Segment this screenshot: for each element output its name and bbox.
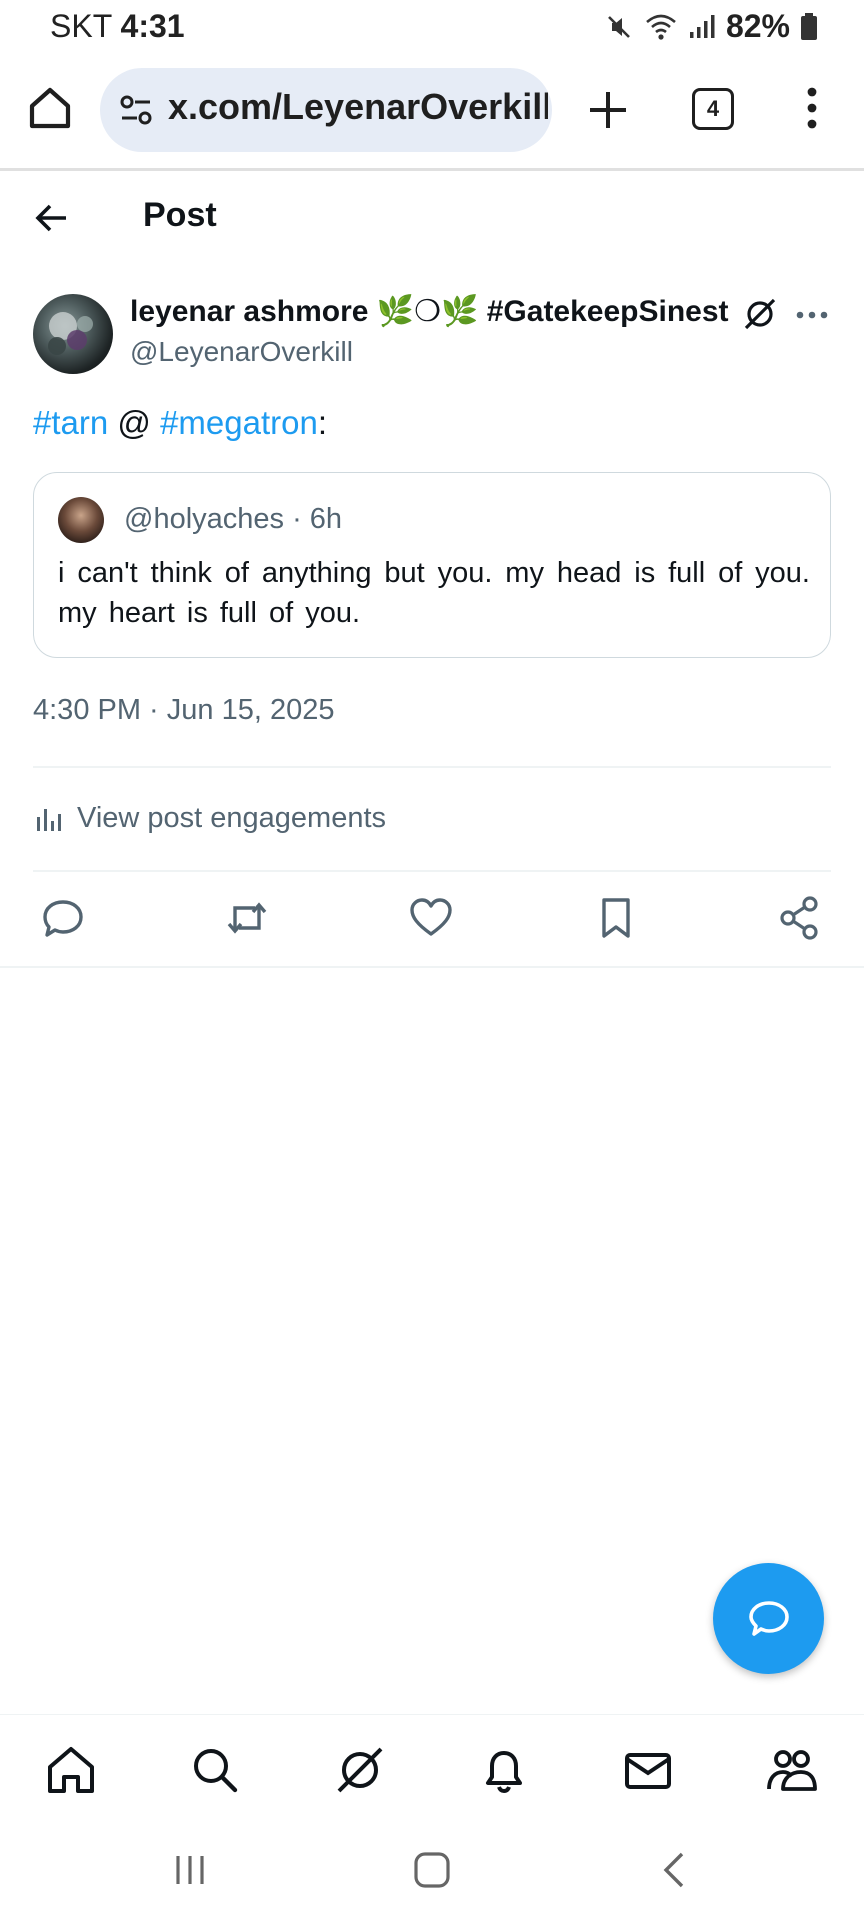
analytics-icon (37, 809, 61, 831)
communities-icon (767, 1750, 817, 1791)
address-bar[interactable]: x.com/LeyenarOverkill/ (100, 68, 552, 152)
quoted-author-avatar (58, 497, 104, 543)
recent-apps-icon (176, 1856, 204, 1884)
bottom-navigation (0, 1714, 864, 1820)
divider (0, 966, 864, 968)
home-square-icon (414, 1852, 450, 1888)
url-text[interactable]: x.com/LeyenarOverkill/ (168, 86, 548, 128)
system-back-button[interactable] (656, 1850, 692, 1895)
post-body: #tarn @ #megatron: (33, 404, 327, 442)
more-horizontal-icon (796, 311, 828, 319)
quoted-post[interactable]: @holyaches · 6h i can't think of anythin… (33, 472, 831, 658)
nav-notifications[interactable] (477, 1743, 531, 1797)
heart-icon (410, 898, 452, 936)
back-button[interactable] (32, 198, 72, 238)
carrier-and-time: SKT 4:31 (50, 8, 185, 45)
grok-icon (744, 298, 776, 330)
nav-messages[interactable] (621, 1743, 675, 1797)
bookmark-icon (602, 898, 630, 938)
bookmark-button[interactable] (592, 894, 640, 942)
post-header: Post (0, 172, 864, 264)
browser-home-button[interactable] (26, 84, 74, 132)
tabs-button[interactable]: 4 (692, 88, 734, 130)
status-icons: 82% (604, 8, 818, 45)
nav-search[interactable] (188, 1743, 242, 1797)
repost-button[interactable] (223, 894, 271, 942)
author-avatar[interactable] (33, 294, 113, 374)
view-engagements-link[interactable]: View post engagements (33, 798, 386, 838)
compose-reply-fab[interactable] (713, 1563, 824, 1674)
page-title: Post (143, 196, 217, 234)
plus-icon (590, 92, 626, 128)
divider (33, 766, 831, 768)
quoted-author-handle: @holyaches · 6h (124, 503, 343, 535)
post-timestamp[interactable]: 4:30 PM · Jun 15, 2025 (33, 694, 334, 727)
repost-icon (227, 902, 267, 934)
clock: 4:31 (120, 8, 185, 44)
hashtag-link[interactable]: #tarn (33, 404, 108, 441)
like-button[interactable] (407, 894, 455, 942)
author-handle[interactable]: @LeyenarOverkill (130, 336, 353, 368)
site-settings-icon[interactable] (118, 92, 154, 128)
nav-communities[interactable] (765, 1743, 819, 1797)
reply-icon (43, 900, 83, 937)
signal-icon (688, 12, 716, 42)
share-icon (780, 896, 818, 940)
battery-percent: 82% (725, 8, 790, 44)
browser-menu-button[interactable] (800, 86, 824, 130)
browser-divider (0, 168, 864, 171)
chevron-left-icon (663, 1852, 684, 1888)
nav-grok[interactable] (333, 1743, 387, 1797)
quoted-post-text: i can't think of anything but you. my he… (58, 557, 810, 629)
grok-button[interactable] (742, 296, 778, 332)
post-text-segment: @ (108, 404, 161, 441)
system-navigation-bar (0, 1820, 864, 1920)
more-vertical-icon (807, 87, 817, 129)
divider (33, 870, 831, 872)
battery-icon (800, 12, 818, 42)
search-icon (194, 1749, 238, 1793)
browser-toolbar: x.com/LeyenarOverkill/ 4 (0, 62, 864, 154)
system-home-button[interactable] (412, 1850, 452, 1895)
hashtag-link[interactable]: #megatron (160, 404, 318, 441)
author-display-name[interactable]: leyenar ashmore 🌿❍🌿 #GatekeepSinestr... (130, 294, 730, 329)
reply-plus-icon (749, 1601, 789, 1636)
nav-home[interactable] (44, 1743, 98, 1797)
reply-button[interactable] (39, 894, 87, 942)
recent-apps-button[interactable] (172, 1850, 208, 1895)
wifi-icon (644, 12, 678, 42)
home-icon (29, 87, 71, 129)
post-more-button[interactable] (796, 300, 828, 330)
arrow-left-icon (35, 204, 66, 232)
grok-icon (337, 1747, 383, 1793)
view-engagements-label: View post engagements (77, 801, 387, 834)
mail-icon (625, 1753, 671, 1789)
post-text-segment: : (317, 404, 327, 441)
bell-icon (486, 1751, 522, 1794)
home-icon (48, 1747, 94, 1793)
carrier-label: SKT (50, 8, 112, 44)
tab-count: 4 (706, 96, 720, 121)
new-tab-button[interactable] (586, 88, 630, 132)
mute-icon (604, 12, 634, 42)
share-button[interactable] (776, 894, 824, 942)
status-bar: SKT 4:31 82% (0, 0, 864, 52)
